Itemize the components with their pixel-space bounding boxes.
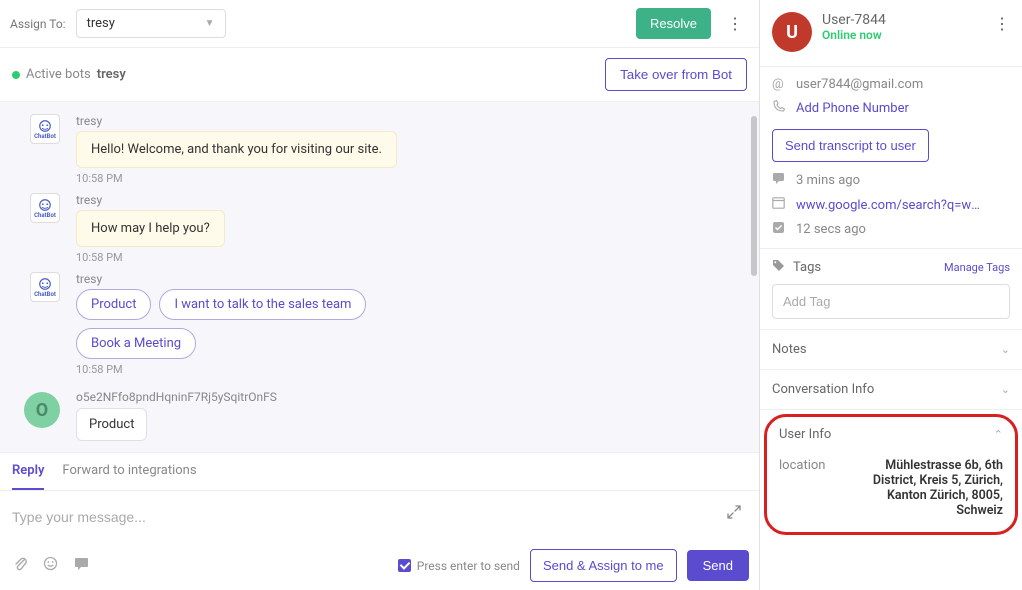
- send-button[interactable]: Send: [687, 550, 749, 581]
- scrollbar[interactable]: [751, 116, 757, 276]
- chevron-down-icon: ⌄: [1001, 383, 1010, 396]
- bot-status-bar: Active bots tresy Take over from Bot: [0, 48, 759, 102]
- visitor-id: o5e2NFfo8pndHqninF7Rj5ySqitrOnFS: [76, 390, 749, 404]
- browser-icon: [772, 197, 786, 213]
- sender-name: tresy: [76, 114, 749, 128]
- check-badge-icon: [772, 221, 786, 238]
- online-dot-icon: [12, 71, 20, 79]
- message-input[interactable]: [0, 491, 759, 543]
- active-bots-label: Active bots: [26, 67, 91, 82]
- message-bubble: Product: [76, 408, 147, 441]
- current-url[interactable]: www.google.com/search?q=weath…: [796, 198, 986, 213]
- emoji-icon[interactable]: [40, 554, 61, 577]
- quick-reply-chip[interactable]: Book a Meeting: [76, 328, 196, 359]
- send-transcript-button[interactable]: Send transcript to user: [772, 129, 929, 162]
- manage-tags-link[interactable]: Manage Tags: [944, 261, 1010, 274]
- assign-to-label: Assign To:: [10, 17, 66, 31]
- at-icon: @: [772, 77, 786, 92]
- quick-reply-chip[interactable]: I want to talk to the sales team: [159, 289, 366, 320]
- sender-name: tresy: [76, 193, 749, 207]
- tab-reply[interactable]: Reply: [12, 463, 44, 490]
- press-enter-checkbox[interactable]: Press enter to send: [398, 559, 520, 573]
- send-assign-button[interactable]: Send & Assign to me: [530, 549, 677, 582]
- chevron-up-icon: ⌃: [994, 428, 1003, 441]
- phone-icon: [772, 100, 786, 117]
- tab-forward[interactable]: Forward to integrations: [62, 463, 196, 490]
- notes-section-toggle[interactable]: Notes ⌄: [760, 330, 1022, 370]
- active-bots-name: tresy: [97, 67, 126, 82]
- checkbox-icon: [398, 559, 411, 572]
- bot-avatar: ChatBot: [30, 193, 60, 223]
- timestamp: 10:58 PM: [76, 172, 749, 185]
- bot-avatar: ChatBot: [30, 272, 60, 302]
- notes-label: Notes: [772, 342, 807, 357]
- timestamp: 10:58 PM: [76, 363, 749, 376]
- user-avatar: U: [772, 12, 812, 52]
- canned-response-icon[interactable]: [71, 555, 92, 577]
- message-bubble: How may I help you?: [76, 210, 225, 247]
- chat-message: ChatBot tresy How may I help you? 10:58 …: [20, 193, 749, 264]
- chevron-down-icon: ⌄: [1001, 343, 1010, 356]
- top-toolbar: Assign To: tresy ▼ Resolve ⋮: [0, 0, 759, 48]
- resolve-button[interactable]: Resolve: [636, 8, 711, 39]
- user-more-icon[interactable]: ⋮: [990, 12, 1014, 35]
- bot-avatar: ChatBot: [30, 114, 60, 144]
- chat-message: O o5e2NFfo8pndHqninF7Rj5ySqitrOnFS Produ…: [20, 390, 749, 441]
- message-bubble: Hello! Welcome, and thank you for visiti…: [76, 131, 397, 168]
- sender-name: tresy: [76, 272, 749, 286]
- chat-bubble-icon: [772, 172, 786, 189]
- chat-message: ChatBot tresy Hello! Welcome, and thank …: [20, 114, 749, 185]
- quick-reply-chip[interactable]: Product: [76, 289, 151, 320]
- online-status: Online now: [822, 28, 980, 42]
- chat-message: ChatBot tresy Product I want to talk to …: [20, 272, 749, 376]
- conversation-info-label: Conversation Info: [772, 382, 874, 397]
- conversation-info-toggle[interactable]: Conversation Info ⌄: [760, 370, 1022, 410]
- press-enter-label: Press enter to send: [417, 559, 520, 573]
- more-menu-icon[interactable]: ⋮: [721, 10, 749, 37]
- assignee-select[interactable]: tresy ▼: [76, 9, 226, 38]
- visitor-avatar: O: [24, 392, 60, 428]
- user-info-label: User Info: [779, 427, 831, 442]
- timestamp: 10:58 PM: [76, 251, 749, 264]
- chevron-down-icon: ▼: [205, 18, 215, 29]
- take-over-button[interactable]: Take over from Bot: [605, 58, 747, 91]
- add-tag-input[interactable]: [772, 284, 1010, 319]
- assignee-value: tresy: [87, 16, 115, 31]
- bot-face-icon: [36, 277, 54, 291]
- bot-face-icon: [36, 198, 54, 212]
- chat-transcript[interactable]: ChatBot tresy Hello! Welcome, and thank …: [0, 102, 759, 452]
- user-email: user7844@gmail.com: [796, 77, 923, 92]
- location-value: Mühlestrasse 6b, 6th District, Kreis 5, …: [847, 458, 1003, 518]
- add-phone-link[interactable]: Add Phone Number: [796, 101, 909, 116]
- last-seen-time: 12 secs ago: [796, 222, 866, 237]
- bot-face-icon: [36, 119, 54, 133]
- message-composer: Reply Forward to integrations: [0, 452, 759, 590]
- last-chat-time: 3 mins ago: [796, 173, 860, 188]
- location-key: location: [779, 458, 839, 518]
- attachment-icon[interactable]: [10, 554, 30, 578]
- tags-label: Tags: [793, 260, 821, 275]
- tag-icon: [772, 259, 785, 276]
- user-info-toggle[interactable]: User Info ⌃: [767, 417, 1015, 452]
- user-name: User-7844: [822, 12, 980, 28]
- expand-icon[interactable]: [727, 505, 741, 523]
- user-info-panel: User Info ⌃ location Mühlestrasse 6b, 6t…: [764, 414, 1018, 535]
- details-sidebar: U User-7844 Online now ⋮ @ user7844@gmai…: [760, 0, 1022, 590]
